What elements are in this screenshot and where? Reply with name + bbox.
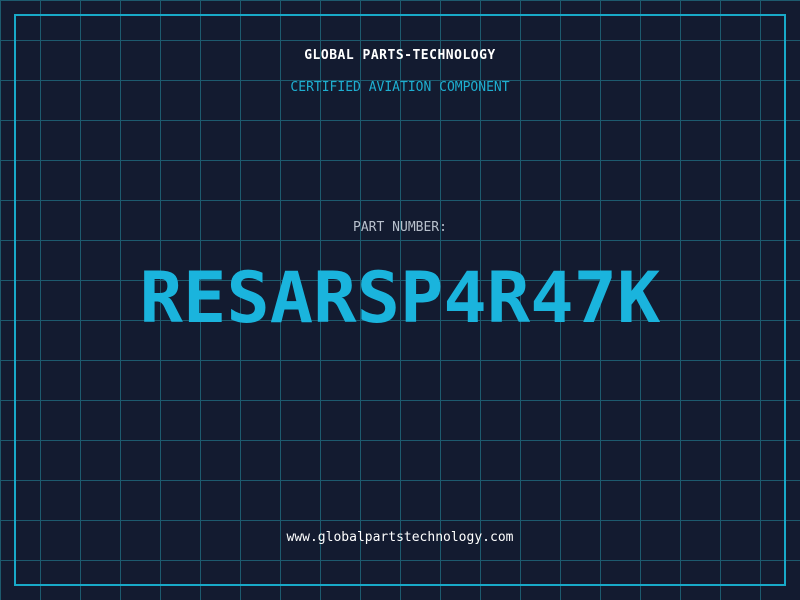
certificate-card: GLOBAL PARTS-TECHNOLOGY CERTIFIED AVIATI… <box>0 0 800 600</box>
website-link[interactable]: www.globalpartstechnology.com <box>0 530 800 545</box>
company-name: GLOBAL PARTS-TECHNOLOGY <box>304 48 496 63</box>
subtitle: CERTIFIED AVIATION COMPONENT <box>290 80 510 95</box>
part-number: RESARSP4R47K <box>139 257 661 339</box>
part-number-label: PART NUMBER: <box>353 220 447 235</box>
